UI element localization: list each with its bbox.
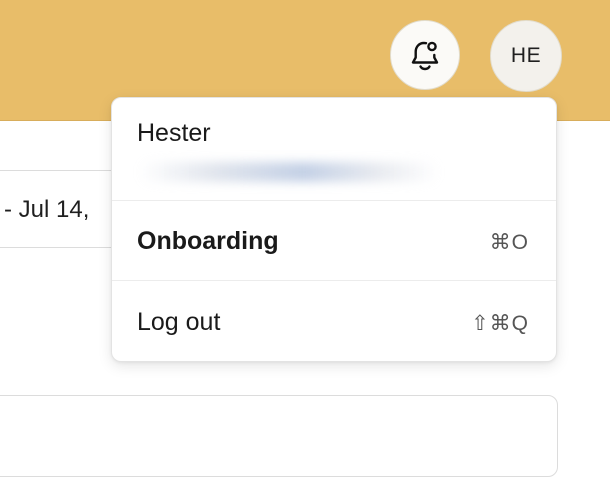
date-range-text: - Jul 14, <box>4 196 90 223</box>
avatar-initials: HE <box>510 44 542 67</box>
menu-user-name: Hester <box>137 119 211 147</box>
menu-item-shortcut: ⇧⌘Q <box>471 312 529 335</box>
menu-item-label: Onboarding <box>137 227 279 255</box>
avatar[interactable]: HE <box>490 20 562 92</box>
content-card <box>0 395 558 477</box>
menu-item-log-out[interactable]: Log out ⇧⌘Q <box>112 282 556 362</box>
menu-item-label: Log out <box>137 308 221 336</box>
bell-icon <box>407 37 443 73</box>
menu-user-section: Hester <box>112 98 556 201</box>
menu-item-onboarding[interactable]: Onboarding ⌘O <box>112 201 556 281</box>
notifications-button[interactable] <box>390 20 460 90</box>
menu-item-shortcut: ⌘O <box>489 231 529 254</box>
user-dropdown-menu: Hester Onboarding ⌘O Log out ⇧⌘Q <box>111 97 557 362</box>
menu-user-email-redacted <box>139 162 439 182</box>
